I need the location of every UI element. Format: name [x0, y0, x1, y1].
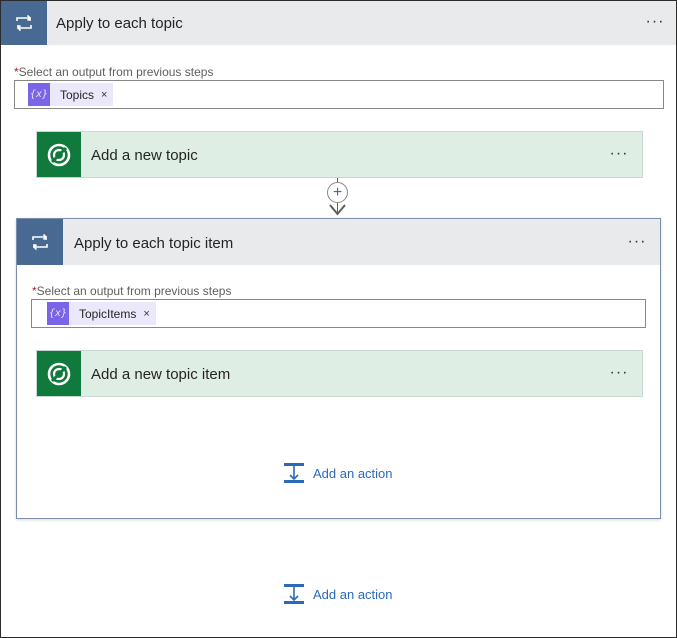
add-action-label: Add an action: [313, 586, 393, 602]
dynamic-content-token: {x} Topics ×: [28, 83, 114, 106]
select-output-label-text: Select an output from previous steps: [18, 65, 214, 79]
expression-icon: {x}: [28, 83, 50, 106]
loop-header[interactable]: Apply to each topic ···: [1, 1, 676, 45]
loop-icon: [1, 1, 47, 45]
select-output-input[interactable]: {x} TopicItems ×: [31, 299, 646, 328]
add-new-topic-item-action[interactable]: Add a new topic item ···: [36, 350, 643, 397]
loop-title: Apply to each topic: [56, 15, 183, 32]
more-options-button[interactable]: ···: [641, 13, 669, 31]
expression-icon: {x}: [47, 302, 69, 325]
add-an-action-button[interactable]: Add an action: [283, 462, 393, 484]
token-label: TopicItems: [79, 306, 137, 321]
select-output-input[interactable]: {x} Topics ×: [14, 80, 664, 109]
select-output-label: *Select an output from previous steps: [14, 65, 213, 79]
more-options-button[interactable]: ···: [623, 233, 651, 251]
action-title: Add a new topic item: [91, 366, 231, 383]
loop-icon: [17, 219, 63, 265]
dynamic-content-token: {x} TopicItems ×: [47, 302, 156, 325]
token-label: Topics: [60, 87, 95, 102]
token-remove-button[interactable]: ×: [143, 308, 149, 320]
add-action-icon: [284, 463, 304, 483]
add-an-action-button[interactable]: Add an action: [283, 583, 393, 605]
loop-header[interactable]: Apply to each topic item ···: [17, 219, 660, 265]
action-title: Add a new topic: [91, 147, 198, 164]
insert-step-button[interactable]: +: [327, 182, 348, 203]
dataverse-icon: [37, 351, 81, 396]
loop-title: Apply to each topic item: [74, 235, 234, 252]
more-options-button[interactable]: ···: [605, 364, 633, 382]
add-new-topic-action[interactable]: Add a new topic ···: [36, 131, 643, 178]
token-remove-button[interactable]: ×: [101, 89, 107, 101]
add-action-label: Add an action: [313, 465, 393, 481]
add-action-icon: [284, 584, 304, 604]
connector-arrow-icon: [329, 204, 346, 216]
select-output-label: *Select an output from previous steps: [32, 284, 231, 298]
dataverse-icon: [37, 132, 81, 177]
select-output-label-text: Select an output from previous steps: [36, 284, 232, 298]
apply-to-each-topic-item-loop: Apply to each topic item ··· *Select an …: [16, 218, 661, 519]
more-options-button[interactable]: ···: [605, 145, 633, 163]
